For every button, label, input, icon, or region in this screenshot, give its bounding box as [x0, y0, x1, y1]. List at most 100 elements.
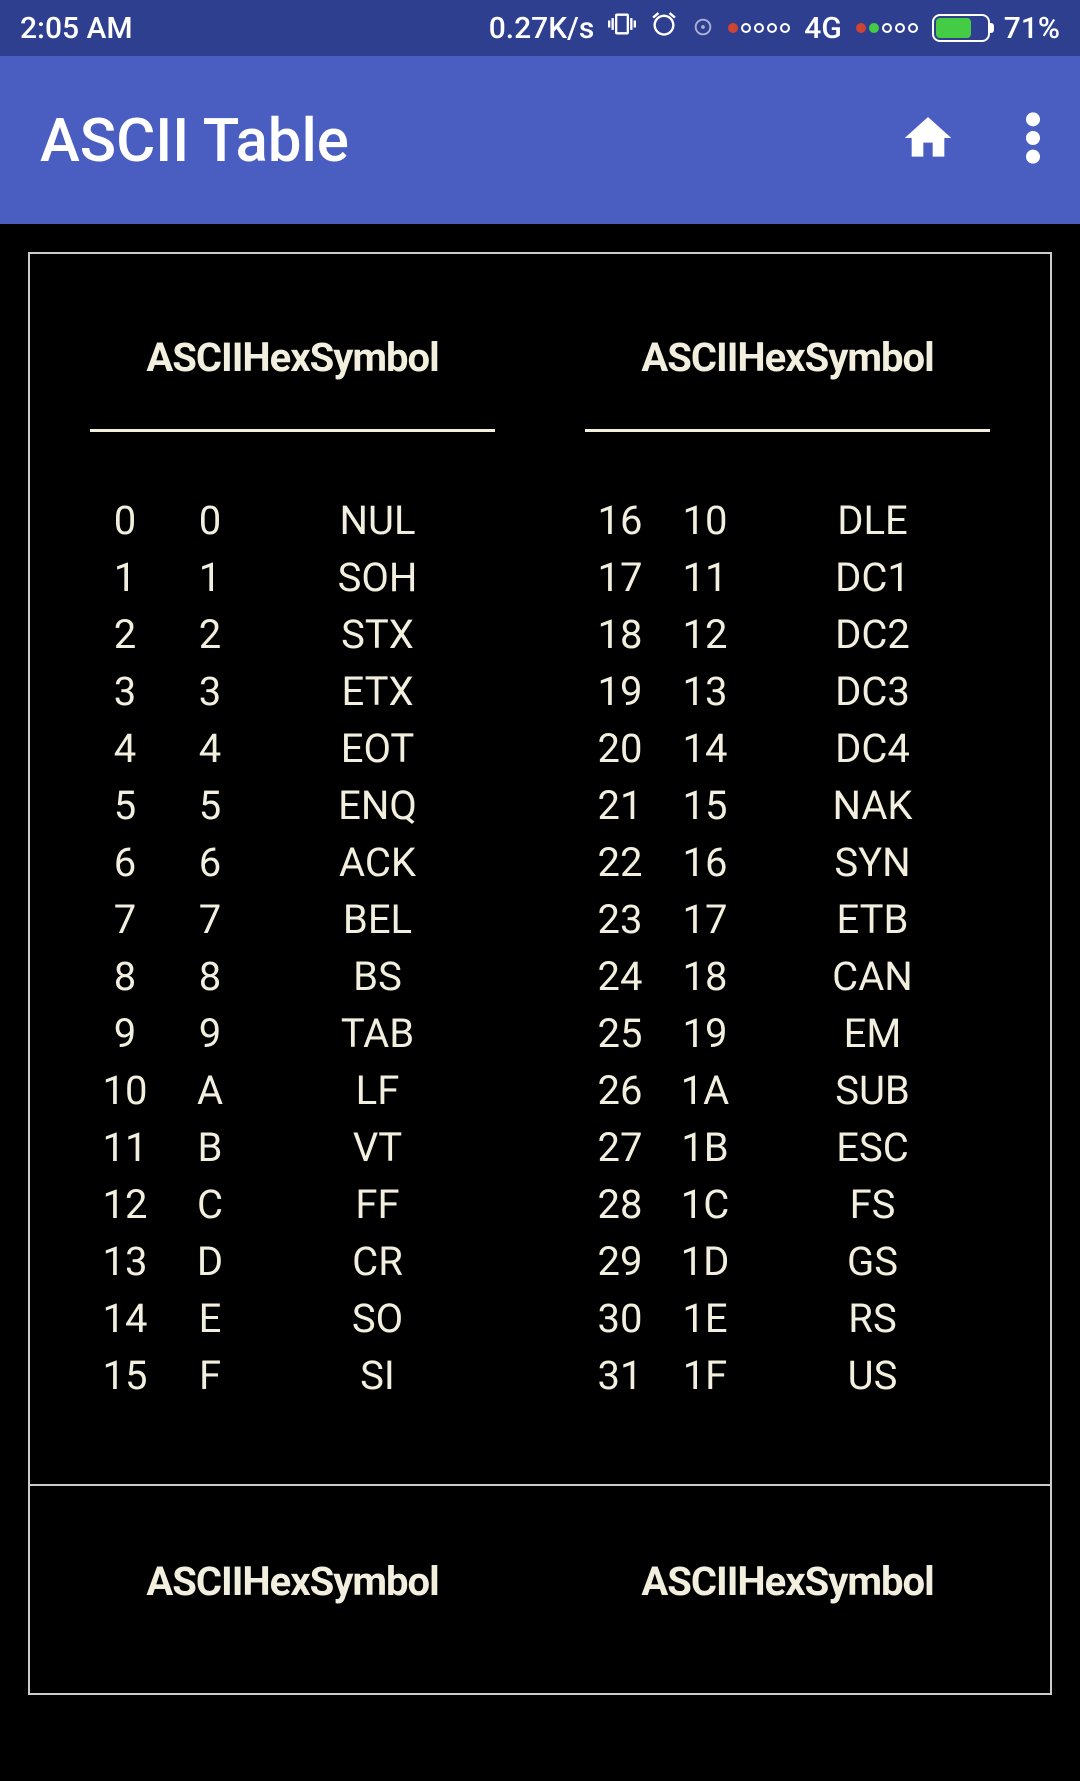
- status-time: 2:05 AM: [20, 11, 133, 46]
- cell-hex: 1C: [665, 1176, 745, 1233]
- cell-ascii: 8: [80, 948, 170, 1005]
- cell-hex: 2: [170, 606, 250, 663]
- cell-hex: 7: [170, 891, 250, 948]
- cell-ascii: 28: [575, 1176, 665, 1233]
- cell-ascii: 0: [80, 492, 170, 549]
- status-bar: 2:05 AM 0.27K/s 4G 71%: [0, 0, 1080, 56]
- table-row: 1711DC1: [575, 549, 1000, 606]
- table-row: 2418CAN: [575, 948, 1000, 1005]
- status-right: 0.27K/s 4G 71%: [489, 10, 1060, 46]
- table-row: 12CFF: [80, 1176, 505, 1233]
- network-speed: 0.27K/s: [489, 11, 595, 46]
- rows-left: 00NUL11SOH22STX33ETX44EOT55ENQ66ACK77BEL…: [80, 492, 505, 1404]
- cell-hex: 16: [665, 834, 745, 891]
- cell-ascii: 31: [575, 1347, 665, 1404]
- col-header: ASCIIHexSymbol: [575, 334, 1000, 381]
- battery-percent: 71%: [1004, 11, 1060, 46]
- signal-dots-2-icon: [856, 23, 918, 33]
- cell-ascii: 2: [80, 606, 170, 663]
- app-bar: ASCII Table: [0, 56, 1080, 224]
- cell-symbol: BS: [250, 948, 505, 1005]
- cell-hex: A: [170, 1062, 250, 1119]
- table-row: 2115NAK: [575, 777, 1000, 834]
- cell-symbol: CAN: [745, 948, 1000, 1005]
- table-row: 55ENQ: [80, 777, 505, 834]
- cell-hex: 1D: [665, 1233, 745, 1290]
- cell-ascii: 9: [80, 1005, 170, 1062]
- cell-symbol: SI: [250, 1347, 505, 1404]
- cell-ascii: 3: [80, 663, 170, 720]
- alarm-icon: [650, 10, 678, 46]
- cell-hex: 1F: [665, 1347, 745, 1404]
- cell-symbol: EOT: [250, 720, 505, 777]
- table-row: 99TAB: [80, 1005, 505, 1062]
- cell-ascii: 4: [80, 720, 170, 777]
- cell-hex: 1: [170, 549, 250, 606]
- ascii-col-right: ASCIIHexSymbol: [575, 1558, 1000, 1653]
- cell-ascii: 18: [575, 606, 665, 663]
- ascii-col-left: ASCIIHexSymbol: [80, 1558, 505, 1653]
- table-row: 1812DC2: [575, 606, 1000, 663]
- cell-symbol: SYN: [745, 834, 1000, 891]
- col-header: ASCIIHexSymbol: [80, 1558, 505, 1605]
- table-row: 15FSI: [80, 1347, 505, 1404]
- cell-symbol: FF: [250, 1176, 505, 1233]
- cell-hex: 11: [665, 549, 745, 606]
- cell-ascii: 13: [80, 1233, 170, 1290]
- table-row: 44EOT: [80, 720, 505, 777]
- cell-ascii: 30: [575, 1290, 665, 1347]
- location-icon: [692, 11, 714, 46]
- cell-ascii: 16: [575, 492, 665, 549]
- cell-symbol: DC3: [745, 663, 1000, 720]
- more-icon[interactable]: [1026, 110, 1040, 170]
- cell-ascii: 25: [575, 1005, 665, 1062]
- cell-symbol: SO: [250, 1290, 505, 1347]
- cell-ascii: 5: [80, 777, 170, 834]
- cell-symbol: DC2: [745, 606, 1000, 663]
- ascii-col-right: ASCIIHexSymbol 1610DLE1711DC11812DC21913…: [575, 334, 1000, 1404]
- cell-ascii: 23: [575, 891, 665, 948]
- table-row: 261ASUB: [575, 1062, 1000, 1119]
- cell-hex: 14: [665, 720, 745, 777]
- cell-ascii: 14: [80, 1290, 170, 1347]
- home-icon[interactable]: [900, 110, 956, 170]
- divider: [585, 429, 990, 432]
- ascii-col-left: ASCIIHexSymbol 00NUL11SOH22STX33ETX44EOT…: [80, 334, 505, 1404]
- table-row: 13DCR: [80, 1233, 505, 1290]
- cell-hex: 0: [170, 492, 250, 549]
- cell-ascii: 1: [80, 549, 170, 606]
- table-row: 11BVT: [80, 1119, 505, 1176]
- signal-dots-1-icon: [728, 23, 790, 33]
- cell-symbol: STX: [250, 606, 505, 663]
- cell-ascii: 11: [80, 1119, 170, 1176]
- cell-hex: 1E: [665, 1290, 745, 1347]
- cell-ascii: 24: [575, 948, 665, 1005]
- divider: [90, 429, 495, 432]
- cell-hex: B: [170, 1119, 250, 1176]
- table-row: 281CFS: [575, 1176, 1000, 1233]
- cell-ascii: 29: [575, 1233, 665, 1290]
- cell-symbol: SOH: [250, 549, 505, 606]
- cell-symbol: ETX: [250, 663, 505, 720]
- table-row: 11SOH: [80, 549, 505, 606]
- cell-symbol: EM: [745, 1005, 1000, 1062]
- cell-hex: F: [170, 1347, 250, 1404]
- cell-ascii: 6: [80, 834, 170, 891]
- ascii-card-1: ASCIIHexSymbol 00NUL11SOH22STX33ETX44EOT…: [28, 252, 1052, 1486]
- cell-symbol: CR: [250, 1233, 505, 1290]
- cell-hex: 15: [665, 777, 745, 834]
- cell-symbol: US: [745, 1347, 1000, 1404]
- content-area[interactable]: ASCIIHexSymbol 00NUL11SOH22STX33ETX44EOT…: [0, 224, 1080, 1723]
- rows-right: 1610DLE1711DC11812DC21913DC32014DC42115N…: [575, 492, 1000, 1404]
- table-row: 00NUL: [80, 492, 505, 549]
- cell-hex: 18: [665, 948, 745, 1005]
- cell-ascii: 15: [80, 1347, 170, 1404]
- cell-symbol: ESC: [745, 1119, 1000, 1176]
- cell-symbol: ACK: [250, 834, 505, 891]
- col-header: ASCIIHexSymbol: [575, 1558, 1000, 1605]
- app-actions: [900, 110, 1040, 170]
- table-row: 14ESO: [80, 1290, 505, 1347]
- cell-hex: 19: [665, 1005, 745, 1062]
- cell-hex: 10: [665, 492, 745, 549]
- cell-hex: 1A: [665, 1062, 745, 1119]
